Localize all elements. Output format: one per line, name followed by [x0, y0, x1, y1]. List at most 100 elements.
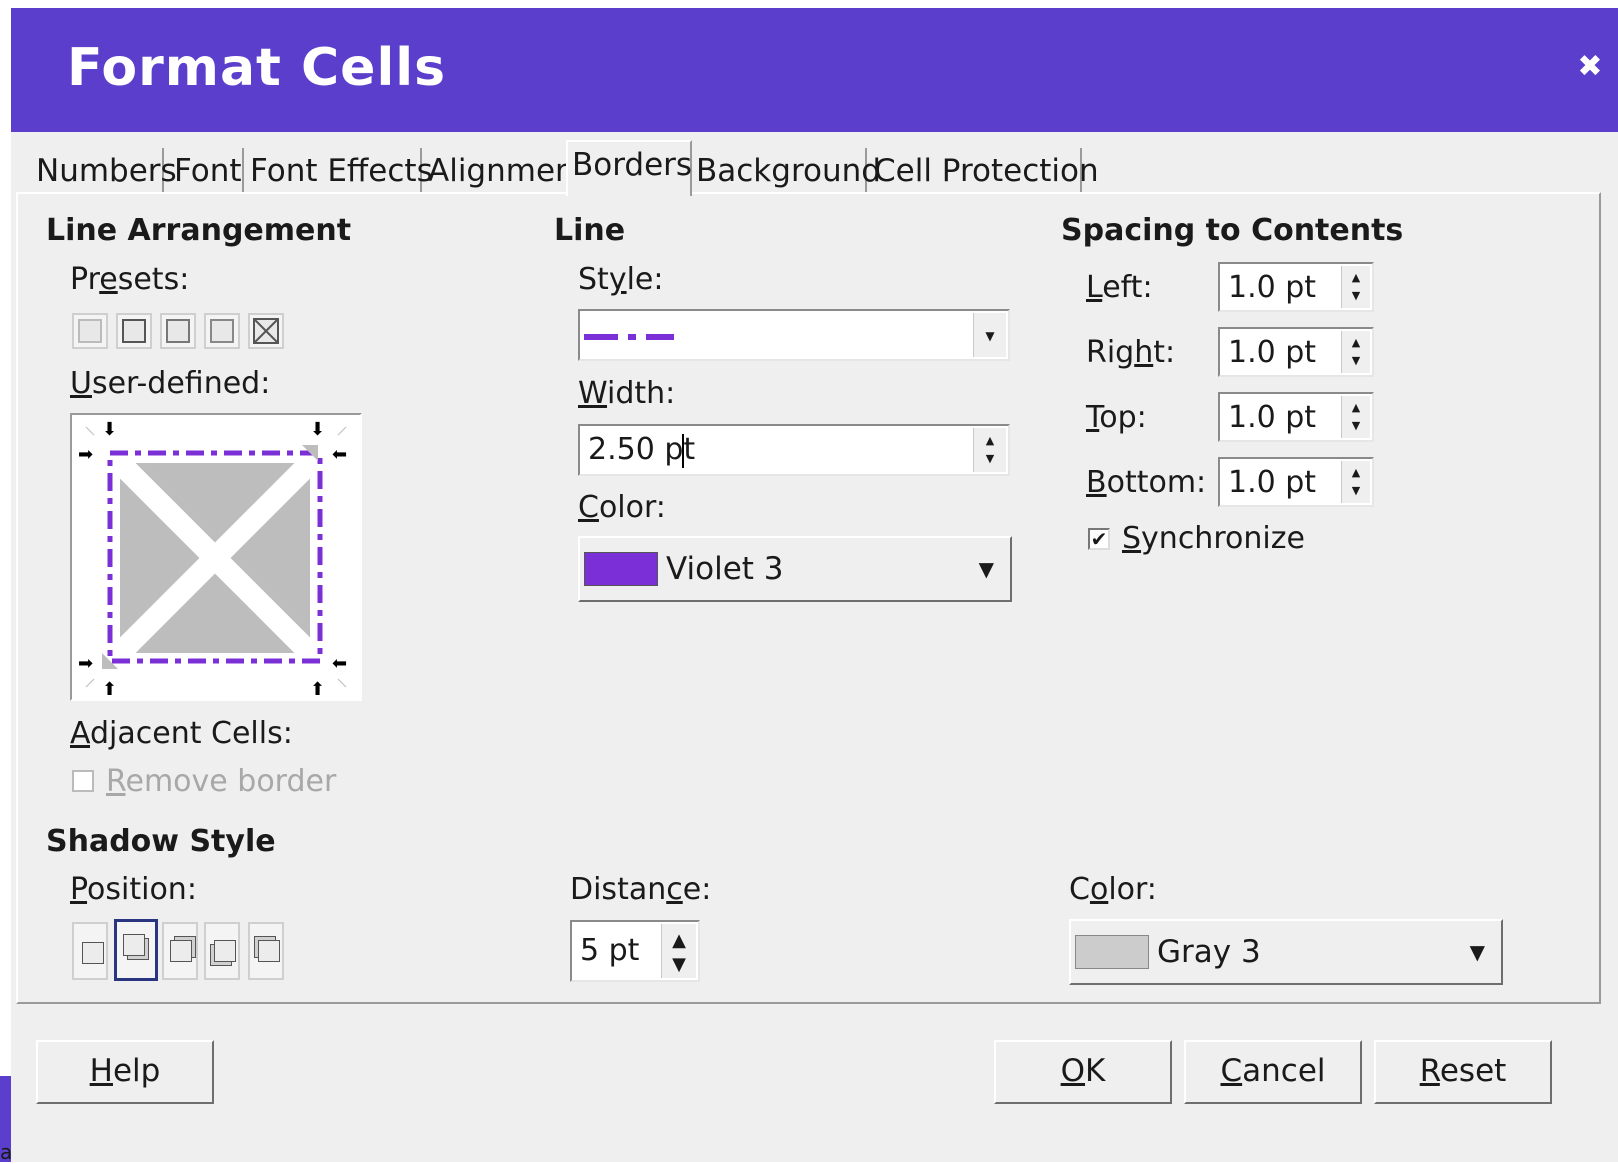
spin-up-icon[interactable]: ▲	[1342, 401, 1370, 415]
preset-outer-border[interactable]	[204, 313, 240, 349]
dialog-title: Format Cells	[67, 38, 447, 98]
line-color-label: Color:	[578, 490, 666, 525]
svg-text:➡: ➡	[78, 444, 93, 465]
spin-up-icon[interactable]: ▲	[662, 932, 696, 950]
spin-down-icon[interactable]: ▼	[1342, 354, 1370, 368]
spin-up-icon[interactable]: ▲	[1342, 466, 1370, 480]
right-spacing-spinner[interactable]: ▲ ▼	[1341, 331, 1370, 373]
line-width-value: 2.50 pt	[588, 432, 696, 467]
top-spacing-field[interactable]: 1.0 pt ▲ ▼	[1218, 392, 1374, 442]
svg-text:➡: ➡	[78, 653, 93, 674]
left-spacing-field[interactable]: 1.0 pt ▲ ▼	[1218, 262, 1374, 312]
style-dropdown-button[interactable]: ▼	[973, 313, 1006, 357]
preset-diagonal[interactable]	[248, 313, 284, 349]
svg-text:⬆: ⬆	[102, 679, 117, 699]
right-spacing-value: 1.0 pt	[1228, 335, 1317, 370]
reset-button[interactable]: Reset	[1374, 1040, 1552, 1104]
line-color-value: Violet 3	[666, 551, 784, 587]
tab-cell-protection[interactable]: Cell Protection	[870, 148, 1099, 194]
chevron-down-icon: ▼	[1469, 940, 1485, 964]
shadow-top-left[interactable]	[248, 922, 284, 980]
remove-border-checkbox[interactable]	[72, 770, 94, 792]
cancel-button[interactable]: Cancel	[1184, 1040, 1362, 1104]
chevron-down-icon: ▼	[978, 557, 994, 581]
ok-button[interactable]: OK	[994, 1040, 1172, 1104]
shadow-color-swatch	[1075, 935, 1149, 969]
shadow-distance-field[interactable]: 5 pt ▲ ▼	[570, 920, 700, 982]
tab-borders[interactable]: Borders	[566, 140, 692, 196]
shadow-color-value: Gray 3	[1157, 934, 1261, 970]
close-icon[interactable]: ✖	[1575, 52, 1605, 82]
adjacent-cells-label: Adjacent Cells:	[70, 716, 293, 751]
width-label: Width:	[578, 376, 676, 411]
bottom-spacing-spinner[interactable]: ▲ ▼	[1341, 461, 1370, 503]
shadow-style-heading: Shadow Style	[46, 824, 276, 859]
tab-font-effects[interactable]: Font Effects	[246, 148, 433, 194]
checkmark-icon: ✔	[1090, 527, 1108, 551]
svg-text:⬇: ⬇	[102, 419, 117, 440]
spin-down-icon[interactable]: ▼	[1342, 289, 1370, 303]
bottom-spacing-value: 1.0 pt	[1228, 465, 1317, 500]
shadow-color-dropdown[interactable]: Gray 3 ▼	[1069, 919, 1503, 985]
tab-background[interactable]: Background	[692, 148, 881, 194]
left-spacing-spinner[interactable]: ▲ ▼	[1341, 266, 1370, 308]
distance-spinner[interactable]: ▲ ▼	[661, 924, 696, 978]
user-defined-label: User-defined:	[70, 366, 271, 401]
diagonal-preset-icon	[253, 318, 279, 344]
tab-font[interactable]: Font	[170, 148, 244, 194]
tab-alignment[interactable]: Alignment	[424, 148, 587, 194]
line-width-field[interactable]: 2.50 pt ▲ ▼	[578, 424, 1010, 476]
shadow-bottom-right[interactable]	[114, 919, 158, 981]
shadow-distance-value: 5 pt	[580, 933, 640, 968]
preset-box-only[interactable]	[160, 313, 196, 349]
spin-up-icon[interactable]: ▲	[974, 434, 1006, 448]
text-cursor	[682, 434, 684, 468]
width-spinner[interactable]: ▲ ▼	[973, 428, 1006, 472]
svg-text:⬅: ⬅	[332, 444, 347, 465]
shadow-position-label: Position:	[70, 872, 197, 907]
spacing-heading: Spacing to Contents	[1061, 213, 1404, 248]
svg-text:⬆: ⬆	[310, 679, 325, 699]
preset-none[interactable]	[72, 313, 108, 349]
line-style-preview	[584, 334, 674, 340]
left-spacing-value: 1.0 pt	[1228, 270, 1317, 305]
spin-down-icon[interactable]: ▼	[1342, 419, 1370, 433]
svg-text:⬅: ⬅	[332, 653, 347, 674]
title-bar[interactable]: Format Cells ✖	[11, 8, 1618, 132]
presets-label: Presets:	[70, 262, 190, 297]
line-style-dropdown[interactable]: ▼	[578, 309, 1010, 361]
line-arrangement-heading: Line Arrangement	[46, 213, 352, 248]
tab-numbers[interactable]: Numbers	[32, 148, 177, 194]
preset-box[interactable]	[116, 313, 152, 349]
style-label: Style:	[578, 262, 664, 297]
bottom-spacing-label: Bottom:	[1086, 465, 1207, 500]
help-button[interactable]: Help	[36, 1040, 214, 1104]
shadow-bottom-left[interactable]	[204, 922, 240, 980]
top-spacing-label: Top:	[1086, 400, 1147, 435]
synchronize-label: Synchronize	[1122, 521, 1305, 556]
right-spacing-label: Right:	[1086, 335, 1176, 370]
line-color-swatch	[584, 552, 658, 586]
shadow-top-right[interactable]	[162, 922, 198, 980]
right-spacing-field[interactable]: 1.0 pt ▲ ▼	[1218, 327, 1374, 377]
spin-up-icon[interactable]: ▲	[1342, 271, 1370, 285]
svg-text:⬇: ⬇	[310, 419, 325, 440]
remove-border-label: Remove border	[106, 764, 337, 799]
left-spacing-label: Left:	[1086, 270, 1153, 305]
line-heading: Line	[554, 213, 626, 248]
line-color-dropdown[interactable]: Violet 3 ▼	[578, 536, 1012, 602]
synchronize-checkbox[interactable]: ✔	[1088, 528, 1110, 550]
shadow-distance-label: Distance:	[570, 872, 712, 907]
top-spacing-spinner[interactable]: ▲ ▼	[1341, 396, 1370, 438]
border-preview-graphic: ⬇ ⬇ ➡ ➡ ⬅ ⬅ ⬆ ⬆	[78, 419, 347, 699]
bottom-spacing-field[interactable]: 1.0 pt ▲ ▼	[1218, 457, 1374, 507]
chevron-down-icon: ▼	[985, 329, 995, 343]
spin-down-icon[interactable]: ▼	[974, 452, 1006, 466]
top-spacing-value: 1.0 pt	[1228, 400, 1317, 435]
user-defined-border-preview[interactable]: ⬇ ⬇ ➡ ➡ ⬅ ⬅ ⬆ ⬆	[70, 413, 362, 701]
spin-down-icon[interactable]: ▼	[662, 956, 696, 974]
shadow-color-label: Color:	[1069, 872, 1157, 907]
shadow-none[interactable]	[72, 922, 108, 980]
spin-down-icon[interactable]: ▼	[1342, 484, 1370, 498]
spin-up-icon[interactable]: ▲	[1342, 336, 1370, 350]
